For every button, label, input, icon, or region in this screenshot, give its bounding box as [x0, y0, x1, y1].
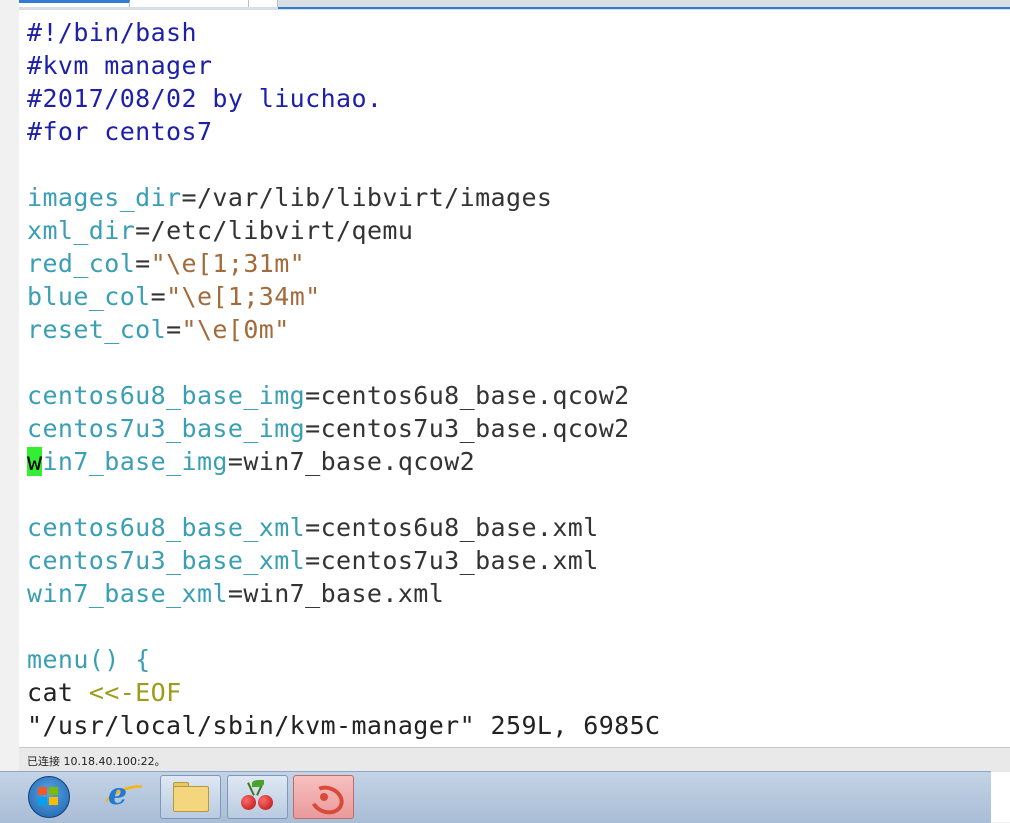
code-token: =	[166, 315, 182, 344]
code-token: red_col	[27, 249, 136, 278]
code-token: =win7_base.qcow2	[227, 447, 476, 476]
swirl-app-icon[interactable]	[293, 775, 354, 819]
tab-strip-line	[278, 0, 1010, 9]
code-line: reset_col="\e[0m"	[27, 313, 290, 346]
code-token: centos7u3_base_xml	[27, 546, 306, 575]
code-token: #for centos7	[27, 117, 213, 146]
code-token: in7_base_img	[42, 447, 228, 476]
code-token: centos6u8_base_img	[27, 381, 306, 410]
ssh-terminal-window: #!/bin/bash #kvm manager #2017/08/02 by li…	[19, 0, 1010, 822]
code-line: win7_base_xml=win7_base.xml	[27, 577, 444, 610]
tab-strip	[19, 0, 1010, 10]
connection-status-bar: 已连接 10.18.40.100:22。	[19, 747, 1010, 772]
code-token: menu() {	[27, 645, 151, 674]
code-token: "\e[1;34m"	[166, 282, 321, 311]
code-token: =	[135, 249, 151, 278]
code-line: red_col="\e[1;31m"	[27, 247, 305, 280]
code-line: images_dir=/var/lib/libvirt/images	[27, 181, 552, 214]
code-token: "/usr/local/sbin/kvm-manager" 259L, 6985…	[27, 711, 661, 740]
code-token: =centos6u8_base.xml	[305, 513, 599, 542]
text-cursor: w	[27, 447, 43, 476]
code-token: xml_dir	[27, 216, 136, 245]
code-token: reset_col	[27, 315, 167, 344]
code-line: #kvm manager	[27, 49, 212, 82]
vim-editor-buffer[interactable]: #!/bin/bash #kvm manager #2017/08/02 by li…	[19, 12, 1010, 747]
code-token: =	[150, 282, 167, 311]
connection-status-text: 已连接 10.18.40.100:22。	[27, 755, 166, 768]
tab-session-2[interactable]	[130, 0, 249, 7]
windows-taskbar: e	[0, 771, 991, 823]
code-line: centos7u3_base_xml=centos7u3_base.xml	[27, 544, 599, 577]
code-token: centos6u8_base_xml	[27, 513, 306, 542]
code-token: "\e[1;31m"	[150, 249, 306, 278]
cherry-app-icon[interactable]	[227, 775, 288, 819]
code-token: =/etc/libvirt/qemu	[135, 216, 414, 245]
code-token: #!/bin/bash	[27, 18, 197, 47]
code-line: xml_dir=/etc/libvirt/qemu	[27, 214, 413, 247]
code-line: win7_base_img=win7_base.qcow2	[27, 445, 475, 478]
code-token: cat	[27, 678, 89, 707]
windows-start-icon[interactable]	[28, 776, 70, 818]
internet-explorer-icon[interactable]: e	[94, 775, 155, 819]
code-line: #2017/08/02 by liuchao.	[27, 82, 382, 115]
tab-session-1[interactable]	[19, 0, 130, 7]
code-line: cat <<-EOF	[27, 676, 182, 709]
code-line: centos6u8_base_xml=centos6u8_base.xml	[27, 511, 599, 544]
tab-session-3[interactable]	[249, 0, 278, 7]
code-token: =centos7u3_base.qcow2	[305, 414, 630, 443]
code-token: =centos7u3_base.xml	[305, 546, 599, 575]
code-token: #2017/08/02 by liuchao.	[27, 84, 383, 113]
code-line: centos6u8_base_img=centos6u8_base.qcow2	[27, 379, 630, 412]
code-token: =/var/lib/libvirt/images	[181, 183, 553, 212]
code-line: "/usr/local/sbin/kvm-manager" 259L, 6985…	[27, 709, 661, 742]
code-token: "\e[0m"	[181, 315, 290, 344]
code-line: blue_col="\e[1;34m"	[27, 280, 321, 313]
code-token: <<-EOF	[88, 678, 182, 707]
code-line: #for centos7	[27, 115, 212, 148]
code-line: menu() {	[27, 643, 151, 676]
code-token: blue_col	[27, 282, 151, 311]
code-token: win7_base_xml	[27, 579, 228, 608]
code-line: #!/bin/bash	[27, 16, 197, 49]
file-explorer-icon[interactable]	[160, 775, 221, 819]
code-token: centos7u3_base_img	[27, 414, 306, 443]
code-token: =win7_base.xml	[227, 579, 445, 608]
code-line: centos7u3_base_img=centos7u3_base.qcow2	[27, 412, 630, 445]
code-token: =centos6u8_base.qcow2	[305, 381, 630, 410]
code-token: #kvm manager	[27, 51, 213, 80]
code-token: images_dir	[27, 183, 182, 212]
